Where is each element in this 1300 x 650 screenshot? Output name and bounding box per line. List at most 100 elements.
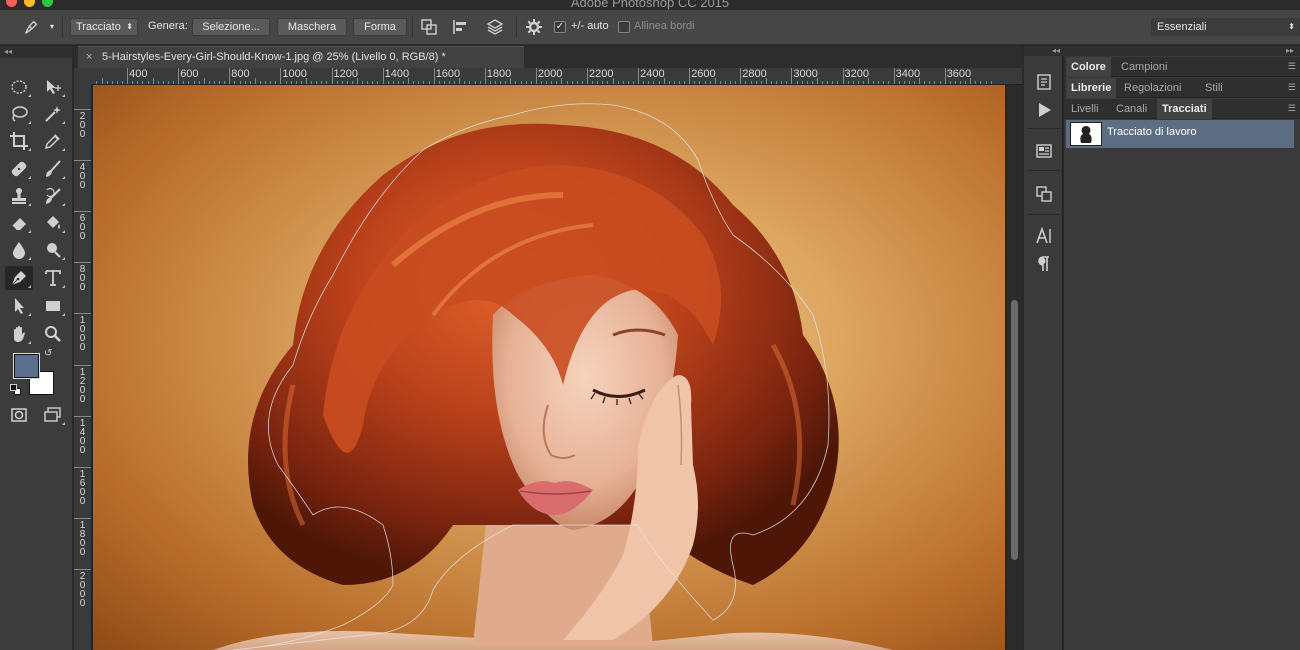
zoom-tool[interactable] [39,322,67,346]
path-selection-tool[interactable] [5,294,33,318]
vertical-ruler[interactable]: 200 400 600 800 1000 1200 1400 1600 1800 2000 [74,85,92,650]
ruler-minor-tick [673,81,675,84]
ruler-label: 1800 [79,519,86,558]
character-panel-icon[interactable] [1032,224,1056,248]
ruler-minor-tick [898,81,900,84]
document-tab-title: 5-Hairstyles-Every-Girl-Should-Know-1.jp… [102,51,446,63]
clone-source-icon[interactable] [1032,182,1056,206]
ruler-minor-tick [949,81,951,84]
scrollbar-thumb[interactable] [1011,300,1018,560]
swap-colors-icon[interactable]: ↺ [44,348,52,359]
type-tool[interactable] [39,266,67,290]
clone-stamp-tool[interactable] [5,184,33,208]
ruler-label: 2000 [537,68,563,80]
panels-grip[interactable]: ▸▸ [1064,46,1300,56]
preset-dropdown-arrow[interactable]: ▾ [50,22,54,31]
ruler-label: 2200 [589,68,614,80]
properties-panel-icon[interactable] [1032,139,1056,163]
align-edges-checkbox[interactable] [618,21,630,33]
ruler-minor-tick [760,81,762,84]
tool-mode-select[interactable]: Tracciato ⬍ [70,18,138,36]
selection-button[interactable]: Selezione... [192,18,270,36]
pen-tool[interactable] [5,266,33,290]
ruler-minor-tick [198,81,200,84]
eraser-tool[interactable] [5,211,33,235]
mask-button[interactable]: Maschera [277,18,347,36]
tab-regolazioni[interactable]: Regolazioni [1119,78,1186,98]
foreground-color-swatch[interactable] [13,353,40,379]
vertical-scrollbar[interactable] [1007,85,1022,650]
ruler-minor-tick [980,81,982,84]
ruler-minor-tick [290,81,292,84]
pen-tool-preset-icon[interactable] [22,18,40,36]
tab-canali[interactable]: Canali [1111,99,1152,119]
ruler-minor-tick [203,78,205,84]
gear-icon[interactable] [525,18,543,36]
lasso-tool[interactable] [5,102,33,126]
ruler-label: 3200 [844,68,869,80]
screen-mode-icon[interactable] [39,403,67,427]
tools-panel-grip[interactable]: ◂◂ [0,46,73,58]
quick-mask-icon[interactable] [5,403,33,427]
shape-button[interactable]: Forma [353,18,407,36]
title-bar: Adobe Photoshop CC 2015 [0,0,1300,10]
paint-bucket-tool[interactable] [39,211,67,235]
auto-add-delete-checkbox[interactable]: ✓ [554,21,566,33]
tab-livelli[interactable]: Livelli [1066,99,1104,119]
history-brush-tool[interactable] [39,184,67,208]
ruler-minor-tick [367,81,369,84]
paragraph-panel-icon[interactable] [1032,252,1056,276]
ruler-minor-tick [239,81,241,84]
tab-tracciati[interactable]: Tracciati [1157,99,1212,119]
ruler-tick-line [74,568,91,570]
dodge-tool[interactable] [39,238,67,262]
ruler-minor-tick [285,81,287,84]
path-row[interactable]: Tracciato di lavoro [1066,120,1294,148]
align-edges-label: Allinea bordi [634,20,695,32]
crop-tool[interactable] [5,129,33,153]
ruler-tick-line [74,262,91,264]
tab-librerie[interactable]: Librerie [1066,78,1117,98]
path-alignment-icon[interactable] [452,18,470,36]
ruler-minor-tick [270,81,272,84]
ruler-minor-tick [822,81,824,84]
document-tab[interactable]: × 5-Hairstyles-Every-Girl-Should-Know-1.… [78,46,524,68]
history-panel-icon[interactable] [1032,70,1056,94]
horizontal-ruler[interactable]: 0040060080010001200140016001800200022002… [92,68,1022,85]
move-tool[interactable] [39,75,67,99]
path-arrangement-icon[interactable] [486,18,504,36]
blur-tool[interactable] [5,238,33,262]
ruler-minor-tick [990,81,992,84]
hand-tool[interactable] [5,322,33,346]
healing-brush-tool[interactable] [5,157,33,181]
tab-stili[interactable]: Stili [1200,78,1228,98]
panel-menu-icon[interactable]: ☰ [1288,61,1296,72]
panel-menu-icon[interactable]: ☰ [1288,103,1296,114]
ruler-minor-tick [234,81,236,84]
close-tab-icon[interactable]: × [86,47,92,67]
ruler-minor-tick [862,81,864,84]
image-canvas[interactable] [93,85,1005,650]
magic-wand-tool[interactable] [39,102,67,126]
panel-group-layers: Livelli Canali Tracciati ☰ [1064,99,1300,119]
panel-menu-icon[interactable]: ☰ [1288,82,1296,93]
dock-grip[interactable]: ◂◂ [1024,46,1064,56]
default-colors-icon[interactable] [10,384,22,396]
ruler-label: 2800 [742,68,767,80]
workspace-select[interactable]: Essenziali ⬍ [1151,18,1300,36]
ruler-minor-tick [929,81,931,84]
ruler-minor-tick [106,81,108,84]
path-operations-icon[interactable] [420,18,438,36]
ruler-minor-tick [469,81,471,84]
eyedropper-tool[interactable] [39,129,67,153]
brush-tool[interactable] [39,157,67,181]
play-actions-icon[interactable] [1032,98,1056,122]
divider [62,16,63,38]
ruler-origin[interactable] [74,68,92,85]
marquee-tool[interactable] [5,75,33,99]
ruler-minor-tick [500,81,502,84]
tab-colore[interactable]: Colore [1066,57,1111,77]
tab-campioni[interactable]: Campioni [1116,57,1172,77]
ruler-minor-tick [116,81,118,84]
rectangle-tool[interactable] [39,294,67,318]
